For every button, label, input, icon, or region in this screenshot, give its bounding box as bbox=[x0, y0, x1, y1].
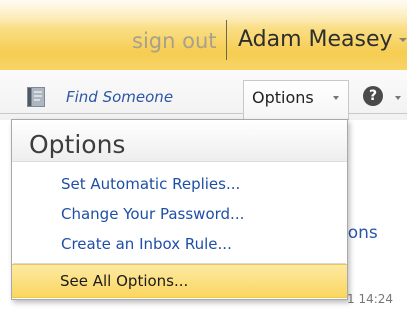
address-book-icon[interactable] bbox=[24, 86, 48, 108]
sign-out-link[interactable]: sign out bbox=[132, 25, 216, 57]
menu-title: Options bbox=[29, 130, 126, 159]
options-dropdown-menu: Options Set Automatic Replies... Change … bbox=[11, 119, 348, 300]
menu-item-change-password[interactable]: Change Your Password... bbox=[61, 202, 244, 226]
help-chevron-icon[interactable] bbox=[395, 96, 401, 100]
find-someone-link[interactable]: Find Someone bbox=[66, 86, 173, 108]
background-timestamp: 1 14:24 bbox=[347, 292, 394, 306]
menu-item-see-all-options[interactable]: See All Options... bbox=[12, 264, 347, 298]
chevron-down-icon[interactable] bbox=[333, 96, 339, 100]
header-divider bbox=[226, 20, 227, 60]
menu-header: Options bbox=[12, 120, 347, 162]
menu-item-set-automatic-replies[interactable]: Set Automatic Replies... bbox=[61, 172, 240, 196]
options-button-label[interactable]: Options bbox=[252, 86, 314, 110]
see-all-options-label[interactable]: See All Options... bbox=[60, 269, 188, 293]
user-name-menu[interactable]: Adam Measey bbox=[238, 24, 393, 56]
menu-item-create-inbox-rule[interactable]: Create an Inbox Rule... bbox=[61, 232, 232, 256]
help-icon[interactable]: ? bbox=[363, 86, 383, 106]
user-menu-chevron-icon[interactable] bbox=[399, 38, 407, 42]
